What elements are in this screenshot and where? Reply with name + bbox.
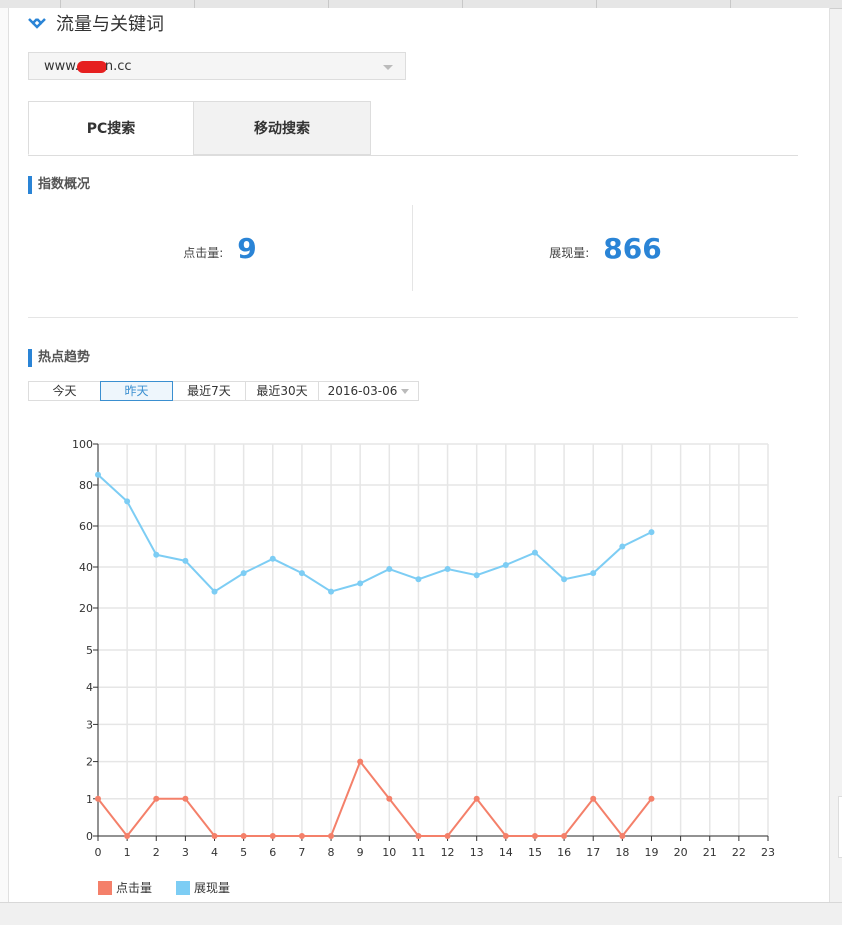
legend-swatch-impressions — [176, 880, 191, 895]
scrollbar-handle[interactable] — [838, 796, 842, 858]
data-point-clicks — [357, 758, 364, 765]
y-tick-label: 20 — [79, 602, 93, 615]
data-point-clicks — [298, 833, 305, 839]
status-bar — [0, 902, 842, 925]
data-point-impressions — [95, 471, 101, 478]
x-tick-label: 9 — [357, 846, 364, 859]
x-tick-label: 2 — [153, 846, 160, 859]
x-tick-label: 10 — [382, 846, 396, 859]
x-tick-label: 13 — [470, 846, 484, 859]
data-point-clicks — [619, 833, 626, 839]
x-tick-label: 12 — [441, 846, 455, 859]
x-tick-label: 23 — [761, 846, 775, 859]
data-point-impressions — [444, 566, 451, 573]
y-tick-label: 4 — [86, 681, 93, 694]
data-point-clicks — [648, 795, 655, 802]
data-point-impressions — [473, 572, 480, 579]
data-point-impressions — [386, 566, 393, 573]
data-point-clicks — [561, 833, 568, 839]
y-tick-label: 80 — [79, 479, 93, 492]
data-point-clicks — [444, 833, 451, 839]
data-point-impressions — [648, 529, 655, 536]
data-point-clicks — [473, 795, 480, 802]
x-tick-label: 0 — [95, 846, 102, 859]
data-point-clicks — [153, 795, 160, 802]
x-tick-label: 5 — [240, 846, 247, 859]
data-point-impressions — [182, 557, 189, 564]
data-point-impressions — [531, 549, 538, 556]
x-tick-label: 11 — [411, 846, 425, 859]
data-point-clicks — [124, 833, 131, 839]
y-tick-label: 100 — [72, 438, 93, 451]
legend-swatch-clicks — [98, 880, 112, 895]
y-tick-label: 3 — [86, 718, 93, 731]
x-tick-label: 19 — [644, 846, 658, 859]
data-point-clicks — [502, 833, 509, 839]
data-point-impressions — [590, 570, 597, 577]
data-point-clicks — [211, 833, 218, 839]
data-point-impressions — [502, 561, 509, 568]
y-tick-label: 1 — [86, 793, 93, 806]
x-tick-label: 3 — [182, 846, 189, 859]
x-tick-label: 6 — [269, 846, 276, 859]
x-tick-label: 4 — [211, 846, 218, 859]
series-line-impressions — [97, 474, 652, 593]
data-point-impressions — [561, 576, 568, 583]
y-tick-label: 60 — [79, 520, 93, 533]
data-point-impressions — [298, 570, 305, 577]
x-tick-label: 8 — [328, 846, 335, 859]
data-point-impressions — [240, 570, 247, 577]
data-point-clicks — [95, 795, 101, 802]
x-tick-label: 22 — [732, 846, 746, 859]
data-point-impressions — [357, 580, 364, 587]
data-point-clicks — [386, 795, 393, 802]
y-tick-label: 0 — [86, 830, 93, 843]
range-yesterday-button[interactable]: 昨天 — [100, 381, 173, 401]
y-tick-label: 40 — [79, 561, 93, 574]
data-point-impressions — [415, 576, 422, 583]
x-tick-label: 1 — [124, 846, 131, 859]
data-point-impressions — [124, 498, 131, 505]
data-point-impressions — [153, 551, 160, 558]
data-point-clicks — [182, 795, 189, 802]
x-tick-label: 16 — [557, 846, 571, 859]
data-point-impressions — [619, 543, 626, 550]
data-point-impressions — [269, 555, 276, 562]
x-tick-label: 7 — [298, 846, 305, 859]
data-point-clicks — [415, 833, 422, 839]
legend-label-impressions: 展现量 — [194, 881, 231, 895]
data-point-impressions — [328, 588, 335, 595]
legend-item-clicks[interactable]: 点击量 — [98, 879, 152, 896]
data-point-clicks — [590, 795, 597, 802]
x-tick-label: 14 — [499, 846, 513, 859]
y-tick-label: 5 — [86, 644, 93, 657]
legend-label-clicks: 点击量 — [116, 881, 153, 895]
x-tick-label: 20 — [674, 846, 688, 859]
data-point-clicks — [531, 833, 538, 839]
trend-chart: 204060801000123450 1 2 3 4 5 6 7 8 9 10 11 12 13 14 15 1… — [72, 438, 775, 859]
y-tick-label: 2 — [86, 756, 93, 769]
x-tick-label: 17 — [586, 846, 600, 859]
x-tick-label: 15 — [528, 846, 542, 859]
chart-legend: 点击量 展现量 — [98, 879, 254, 896]
data-point-clicks — [328, 833, 335, 839]
data-point-clicks — [269, 833, 276, 839]
data-point-impressions — [211, 588, 218, 595]
x-tick-label: 18 — [615, 846, 629, 859]
x-tick-label: 21 — [703, 846, 717, 859]
legend-item-impressions[interactable]: 展现量 — [176, 879, 230, 896]
data-point-clicks — [240, 833, 247, 839]
